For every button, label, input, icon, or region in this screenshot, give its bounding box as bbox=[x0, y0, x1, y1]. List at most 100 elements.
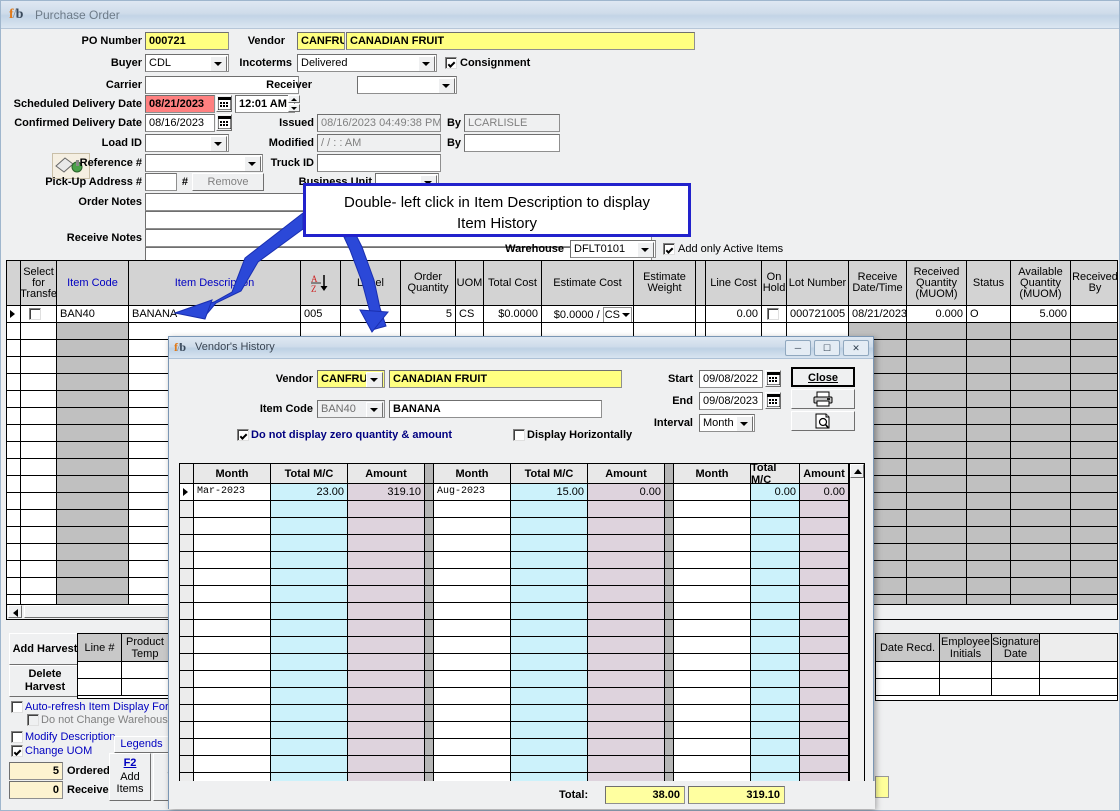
hide-zero-checkbox[interactable] bbox=[237, 429, 249, 441]
vh-cell[interactable] bbox=[665, 535, 674, 552]
vh-cell-g3_total[interactable] bbox=[751, 501, 800, 518]
vh-cell[interactable] bbox=[180, 756, 194, 773]
vh-cell-g2_month[interactable] bbox=[434, 603, 511, 620]
vh-cell[interactable] bbox=[180, 620, 194, 637]
recd-cell[interactable] bbox=[876, 662, 940, 679]
vh-cell-g2_total[interactable] bbox=[511, 620, 588, 637]
recd-cell[interactable] bbox=[992, 662, 1040, 679]
vh-cell-g3_month[interactable] bbox=[674, 586, 751, 603]
vh-cell-g1_amount[interactable]: 319.10 bbox=[348, 484, 425, 501]
cell-empty[interactable] bbox=[907, 476, 967, 492]
vh-cell-g2_amount[interactable] bbox=[588, 739, 665, 756]
grid-header-label[interactable]: Label bbox=[341, 261, 401, 305]
vh-cell-g1_amount[interactable] bbox=[348, 739, 425, 756]
vh-cell-g3_amount[interactable] bbox=[800, 654, 849, 671]
chevron-down-icon[interactable] bbox=[366, 372, 383, 388]
vh-cell-g1_total[interactable] bbox=[271, 552, 348, 569]
cell-empty[interactable] bbox=[1011, 476, 1071, 492]
cell-empty[interactable] bbox=[7, 374, 21, 390]
vh-cell-g1_amount[interactable] bbox=[348, 535, 425, 552]
vh-header-month-3[interactable]: Month bbox=[674, 464, 751, 484]
vendor-history-row[interactable] bbox=[180, 501, 864, 518]
vh-cell-g1_total[interactable] bbox=[271, 586, 348, 603]
grid-header-on-hold[interactable]: On Hold bbox=[762, 261, 787, 305]
vh-cell[interactable] bbox=[180, 688, 194, 705]
vh-cell[interactable] bbox=[665, 603, 674, 620]
cell-empty[interactable] bbox=[7, 442, 21, 458]
vh-cell-g1_month[interactable] bbox=[194, 722, 271, 739]
vendor-history-row[interactable] bbox=[180, 722, 864, 739]
vh-cell-g3_month[interactable] bbox=[674, 688, 751, 705]
calendar-icon[interactable] bbox=[765, 370, 781, 387]
grid-header-available-quantity[interactable]: Available Quantity (MUOM) bbox=[1011, 261, 1071, 305]
recd-cell[interactable] bbox=[876, 679, 940, 696]
cell-empty[interactable] bbox=[1011, 425, 1071, 441]
vh-cell-g1_month[interactable] bbox=[194, 705, 271, 722]
vh-cell-g3_amount[interactable] bbox=[800, 637, 849, 654]
vh-cell-g1_total[interactable] bbox=[271, 688, 348, 705]
cell-empty[interactable] bbox=[1071, 357, 1118, 373]
vh-cell-g2_month[interactable] bbox=[434, 705, 511, 722]
cell-empty[interactable] bbox=[967, 510, 1011, 526]
cell-empty[interactable] bbox=[21, 561, 57, 577]
vh-cell[interactable] bbox=[665, 620, 674, 637]
vh-cell[interactable] bbox=[665, 552, 674, 569]
vh-cell[interactable] bbox=[665, 756, 674, 773]
vh-cell-g1_total[interactable] bbox=[271, 501, 348, 518]
vh-cell[interactable] bbox=[665, 586, 674, 603]
cell-empty[interactable] bbox=[1071, 323, 1118, 339]
cell-empty[interactable] bbox=[1071, 425, 1118, 441]
cell-empty[interactable] bbox=[967, 408, 1011, 424]
vh-cell[interactable] bbox=[425, 552, 434, 569]
cell-empty[interactable] bbox=[7, 578, 21, 594]
cell-label[interactable] bbox=[341, 306, 401, 322]
vh-cell-g3_month[interactable] bbox=[674, 620, 751, 637]
vh-cell-g1_month[interactable] bbox=[194, 739, 271, 756]
cell-empty[interactable] bbox=[21, 357, 57, 373]
start-date-field[interactable]: 09/08/2022 bbox=[699, 370, 763, 388]
vh-cell-g3_total[interactable] bbox=[751, 705, 800, 722]
cell-empty[interactable] bbox=[907, 527, 967, 543]
vh-cell-g3_month[interactable] bbox=[674, 637, 751, 654]
vh-cell[interactable] bbox=[665, 484, 674, 501]
scheduled-delivery-date-field[interactable]: 08/21/2023 bbox=[145, 95, 215, 113]
vh-cell[interactable] bbox=[665, 722, 674, 739]
on-hold-checkbox[interactable] bbox=[767, 308, 779, 320]
cell-empty[interactable] bbox=[7, 510, 21, 526]
vh-cell-g3_total[interactable] bbox=[751, 688, 800, 705]
print-button[interactable] bbox=[791, 389, 855, 409]
vh-cell-g1_total[interactable] bbox=[271, 518, 348, 535]
cell-empty[interactable] bbox=[1011, 510, 1071, 526]
cell-empty[interactable] bbox=[967, 527, 1011, 543]
harvest-cell[interactable] bbox=[122, 679, 168, 696]
cell-empty[interactable] bbox=[967, 391, 1011, 407]
cell-empty[interactable] bbox=[1071, 459, 1118, 475]
vh-cell-g2_amount[interactable] bbox=[588, 671, 665, 688]
vendor-history-grid[interactable]: Month Total M/C Amount Month Total M/C A… bbox=[179, 463, 865, 801]
vh-cell-g2_amount[interactable] bbox=[588, 688, 665, 705]
vh-cell-g3_month[interactable] bbox=[674, 705, 751, 722]
stepper-down-icon[interactable] bbox=[288, 104, 300, 112]
vh-cell[interactable] bbox=[425, 688, 434, 705]
warehouse-combo[interactable]: DFLT0101 bbox=[570, 240, 656, 258]
cell-empty[interactable] bbox=[967, 357, 1011, 373]
vh-header-total-mc-2[interactable]: Total M/C bbox=[511, 464, 588, 484]
cell-empty[interactable] bbox=[907, 510, 967, 526]
vh-cell-g1_month[interactable] bbox=[194, 603, 271, 620]
vh-cell[interactable] bbox=[425, 654, 434, 671]
cell-empty[interactable] bbox=[967, 493, 1011, 509]
vendor-history-row[interactable] bbox=[180, 654, 864, 671]
vh-cell[interactable] bbox=[180, 535, 194, 552]
cell-empty[interactable] bbox=[1071, 493, 1118, 509]
cell-empty[interactable] bbox=[967, 340, 1011, 356]
grid-header-uom[interactable]: UOM bbox=[456, 261, 484, 305]
vh-vendor-code-combo[interactable]: CANFRU bbox=[317, 370, 385, 388]
vh-cell[interactable] bbox=[425, 637, 434, 654]
grid-header-select-for-transfer[interactable]: Select for Transfe bbox=[21, 261, 57, 305]
cell-empty[interactable] bbox=[57, 374, 129, 390]
vh-cell-g1_amount[interactable] bbox=[348, 552, 425, 569]
cell-empty[interactable] bbox=[907, 340, 967, 356]
cell-empty[interactable] bbox=[57, 561, 129, 577]
vendor-history-row[interactable] bbox=[180, 518, 864, 535]
vh-cell-g2_amount[interactable] bbox=[588, 620, 665, 637]
